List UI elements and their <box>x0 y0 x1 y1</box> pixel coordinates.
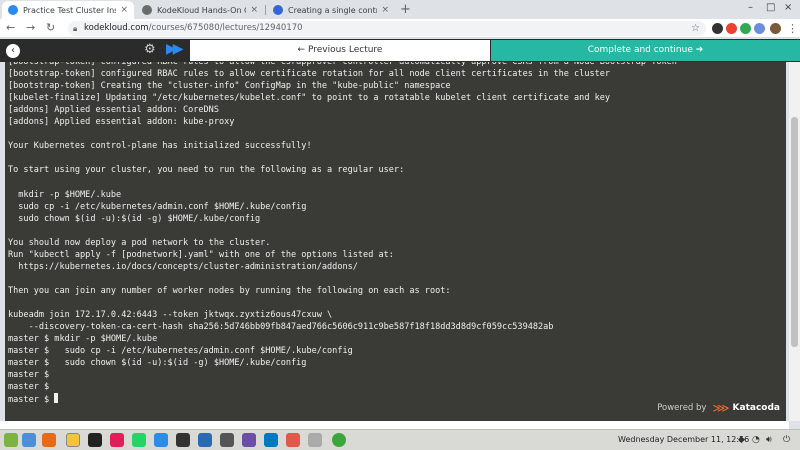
dropbox-icon[interactable]: ◆ <box>738 435 745 445</box>
docker-icon[interactable] <box>198 433 212 447</box>
kubernetes-favicon-icon <box>273 5 283 15</box>
bookmark-star-icon[interactable]: ☆ <box>691 21 700 36</box>
terminal-line: Your Kubernetes control-plane has initia… <box>8 141 312 152</box>
terminal-line: [kubelet-finalize] Updating "/etc/kubern… <box>8 93 611 104</box>
chat-icon[interactable] <box>154 433 168 447</box>
url-domain: kodekloud.com <box>84 23 149 33</box>
tab-kubernetes-docs[interactable]: Creating a single control-plan × <box>267 1 395 19</box>
terminal-line: https://kubernetes.io/docs/concepts/clus… <box>8 261 358 272</box>
app-icon[interactable] <box>286 433 300 447</box>
terminal-line: --discovery-token-ca-cert-hash sha256:5d… <box>8 322 554 333</box>
slack-icon[interactable] <box>110 433 124 447</box>
terminal-line: master $ sudo cp -i /etc/kubernetes/admi… <box>8 346 353 357</box>
upwork-icon[interactable] <box>332 433 346 447</box>
close-tab-icon[interactable]: × <box>250 5 258 15</box>
files-icon[interactable] <box>22 433 36 447</box>
terminal-line: kubeadm join 172.17.0.42:6443 --token jk… <box>8 310 333 321</box>
arrow-right-icon: ➔ <box>695 45 704 55</box>
terminal-line: sudo cp -i /etc/kubernetes/admin.conf $H… <box>8 201 307 212</box>
maximize-icon[interactable]: □ <box>766 2 775 13</box>
scrollbar-thumb[interactable] <box>791 117 798 347</box>
lock-icon: 🔒︎ <box>73 24 78 33</box>
tab-label: Creating a single control-plan <box>288 5 377 15</box>
taskbar-clock[interactable]: Wednesday December 11, 12:56 <box>618 435 749 444</box>
close-tab-icon[interactable]: × <box>381 5 389 15</box>
terminal-line: You should now deploy a pod network to t… <box>8 237 271 248</box>
course-navigation-bar: ‹ ⚙ ▶▶ ← Previous Lecture Complete and c… <box>0 39 800 62</box>
page-scrollbar[interactable] <box>789 62 800 421</box>
app-icon[interactable] <box>308 433 322 447</box>
tab-label: KodeKloud Hands-On Quiz <box>157 5 246 15</box>
extension-icon[interactable] <box>754 23 765 34</box>
os-taskbar: Wednesday December 11, 12:56 ◆ ◔ 🔊︎ ⏻ <box>0 429 800 450</box>
extension-icon[interactable] <box>726 23 737 34</box>
menu-kebab-icon[interactable]: ⋮ <box>787 22 798 35</box>
address-bar-row: ← → ↻ 🔒︎ kodekloud.com/courses/675080/le… <box>0 19 800 38</box>
arrow-left-icon: ← <box>297 45 306 55</box>
tab-hands-on-quiz[interactable]: KodeKloud Hands-On Quiz × <box>136 1 264 19</box>
terminal-line: Run "kubectl apply -f [podnetwork].yaml"… <box>8 249 394 260</box>
browser-tab-strip: Practice Test Cluster Installat × KodeKl… <box>0 0 800 19</box>
url-bar[interactable]: 🔒︎ kodekloud.com/courses/675080/lectures… <box>68 21 706 36</box>
url-path: /courses/675080/lectures/12940170 <box>148 23 303 33</box>
chrome-icon[interactable] <box>66 433 80 447</box>
kodekloud-favicon-icon <box>8 5 18 15</box>
fast-forward-icon[interactable]: ▶▶ <box>166 41 183 57</box>
terminal-line: master $ mkdir -p $HOME/.kube <box>8 334 158 345</box>
extension-icon[interactable] <box>740 23 751 34</box>
volume-icon[interactable]: 🔊︎ <box>766 435 772 445</box>
katacoda-brand: Katacoda <box>732 403 780 413</box>
previous-lecture-label: Previous Lecture <box>307 45 383 55</box>
whatsapp-icon[interactable] <box>132 433 146 447</box>
terminal-line: master $ sudo chown $(id -u):$(id -g) $H… <box>8 358 307 369</box>
page-bottom-strip <box>0 421 789 429</box>
powered-by-katacoda[interactable]: Powered by ⋙ Katacoda <box>657 401 780 415</box>
close-tab-icon[interactable]: × <box>120 5 128 15</box>
tab-divider <box>265 5 266 15</box>
terminal-line: Then you can join any number of worker n… <box>8 285 451 296</box>
github-icon[interactable] <box>88 433 102 447</box>
terminal-cursor <box>54 393 59 404</box>
powered-by-label: Powered by <box>657 403 707 413</box>
complete-label: Complete and continue <box>587 45 693 55</box>
reload-icon[interactable]: ↻ <box>46 21 55 34</box>
terminal-line: master $ <box>8 393 59 405</box>
firefox-icon[interactable] <box>42 433 56 447</box>
forward-icon[interactable]: → <box>26 21 35 34</box>
network-icon[interactable]: ◔ <box>752 435 760 445</box>
terminal-window[interactable]: [bootstrap-token] configured RBAC rules … <box>5 62 786 421</box>
start-menu-icon[interactable] <box>4 433 18 447</box>
new-tab-icon[interactable]: + <box>400 2 411 17</box>
terminal-line: sudo chown $(id -u):$(id -g) $HOME/.kube… <box>8 213 261 224</box>
terminal-line: [addons] Applied essential addon: CoreDN… <box>8 105 219 116</box>
tab-practice-test[interactable]: Practice Test Cluster Installat × <box>2 1 134 19</box>
terminal-line: [addons] Applied essential addon: kube-p… <box>8 117 235 128</box>
back-icon[interactable]: ← <box>6 21 15 34</box>
complete-and-continue-button[interactable]: Complete and continue ➔ <box>491 40 800 61</box>
terminal-line: [bootstrap-token] Creating the "cluster-… <box>8 81 451 92</box>
terminal-line: mkdir -p $HOME/.kube <box>8 189 122 200</box>
terminal-line: [bootstrap-token] configured RBAC rules … <box>8 69 611 80</box>
kodekloud-favicon-icon <box>142 5 152 15</box>
collapse-sidebar-icon[interactable]: ‹ <box>6 44 20 58</box>
extension-icon[interactable] <box>712 23 723 34</box>
terminal-line: To start using your cluster, you need to… <box>8 165 405 176</box>
editor-icon[interactable] <box>220 433 234 447</box>
power-icon[interactable]: ⏻ <box>783 435 790 445</box>
terminal-line: master $ <box>8 382 50 393</box>
close-window-icon[interactable]: × <box>784 2 792 13</box>
previous-lecture-button[interactable]: ← Previous Lecture <box>190 40 490 61</box>
app-icon[interactable] <box>242 433 256 447</box>
tab-label: Practice Test Cluster Installat <box>23 5 117 15</box>
profile-avatar[interactable] <box>770 23 781 34</box>
terminal-icon[interactable] <box>176 433 190 447</box>
minimize-icon[interactable]: – <box>748 2 753 13</box>
katacoda-logo-icon: ⋙ <box>712 401 730 415</box>
trello-icon[interactable] <box>264 433 278 447</box>
terminal-line: master $ <box>8 370 50 381</box>
settings-gear-icon[interactable]: ⚙ <box>144 42 156 57</box>
